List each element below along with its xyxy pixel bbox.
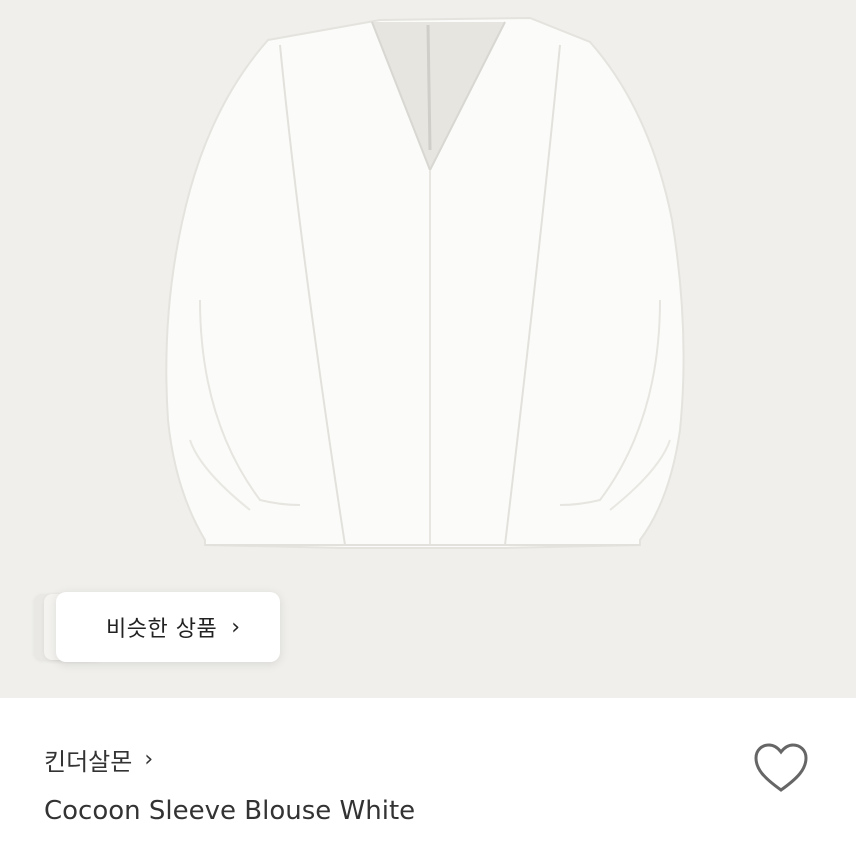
- similar-products-button[interactable]: 비슷한 상품 ›: [56, 592, 280, 662]
- similar-products-label: 비슷한 상품: [106, 617, 218, 642]
- brand-link[interactable]: 킨더살몬 ›: [44, 742, 153, 777]
- heart-outline-icon[interactable]: [752, 742, 810, 794]
- product-image[interactable]: 비슷한 상품 ›: [0, 0, 856, 698]
- product-title: Cocoon Sleeve Blouse White: [44, 796, 416, 826]
- chevron-right-icon: ›: [231, 614, 241, 640]
- brand-name: 킨더살몬: [44, 748, 133, 776]
- chevron-right-icon: ›: [144, 747, 154, 772]
- product-info: 킨더살몬 › Cocoon Sleeve Blouse White: [0, 698, 856, 856]
